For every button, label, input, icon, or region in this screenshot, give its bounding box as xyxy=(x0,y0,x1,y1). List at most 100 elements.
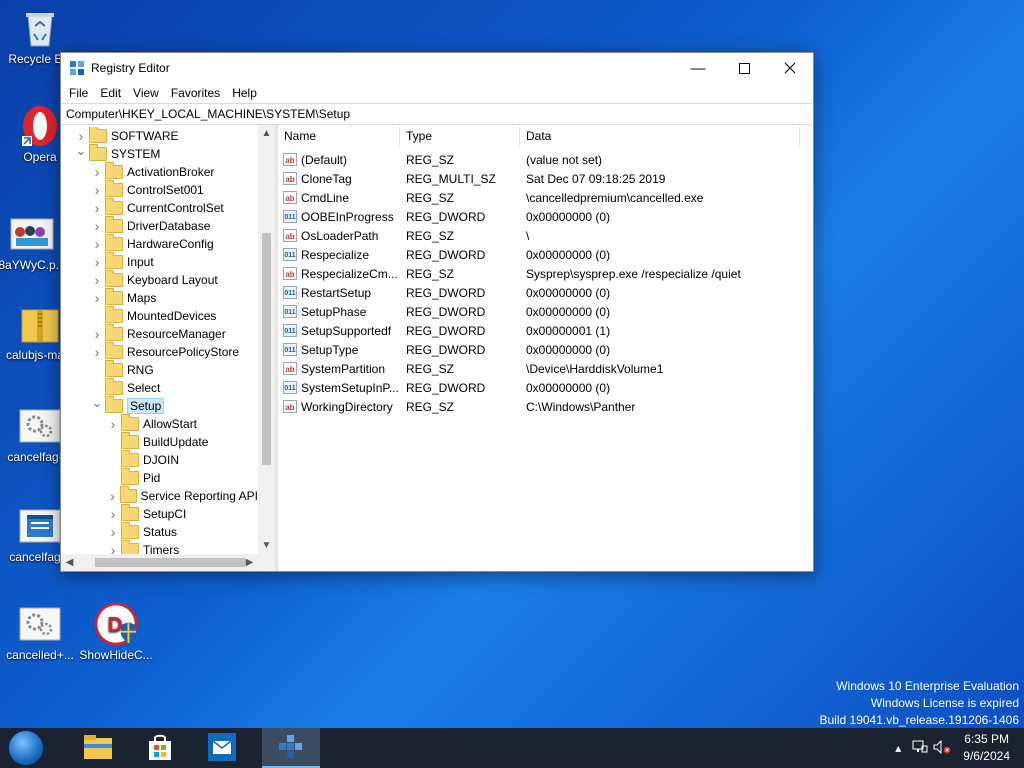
value-row[interactable]: ab (Default) REG_SZ (value not set) xyxy=(278,150,813,169)
chevron-right-icon[interactable]: › xyxy=(105,487,120,505)
value-row[interactable]: 011 SetupSupportedf REG_DWORD 0x00000001 (1… xyxy=(278,321,813,340)
tree-node[interactable]: › ControlSet001 xyxy=(61,180,258,199)
tree-node[interactable]: › Keyboard Layout xyxy=(61,270,258,289)
chevron-right-icon[interactable]: › xyxy=(89,289,105,307)
chevron-right-icon[interactable]: › xyxy=(105,523,121,541)
tree-node[interactable]: › ResourcePolicyStore xyxy=(61,342,258,361)
taskbar-app[interactable] xyxy=(76,728,120,768)
minimize-button[interactable]: — xyxy=(675,53,721,83)
taskbar-app[interactable] xyxy=(200,728,244,768)
tree-node-label: Select xyxy=(127,381,161,395)
chevron-right-icon[interactable]: › xyxy=(89,235,105,253)
tree-node[interactable]: ⌄ Setup xyxy=(61,394,258,415)
value-type: REG_DWORD xyxy=(406,323,486,338)
value-row[interactable]: ab CmdLine REG_SZ \cancelledpremium\cancell… xyxy=(278,188,813,207)
tree-vertical-scrollbar[interactable]: ▲ ▼ xyxy=(258,125,275,554)
value-type: REG_MULTI_SZ xyxy=(406,171,496,186)
value-row[interactable]: 011 Respecialize REG_DWORD 0x00000000 (0) xyxy=(278,245,813,264)
tree-node[interactable]: ⌄ SYSTEM xyxy=(61,142,258,163)
value-row[interactable]: 011 SetupPhase REG_DWORD 0x00000000 (0) xyxy=(278,302,813,321)
chevron-right-icon[interactable]: › xyxy=(89,217,105,235)
tree-node[interactable]: › Maps xyxy=(61,288,258,307)
value-row[interactable]: ab SystemPartition REG_SZ \Device\HarddiskV… xyxy=(278,359,813,378)
start-button[interactable] xyxy=(6,728,46,768)
clock-date: 9/6/2024 xyxy=(963,749,1010,763)
chevron-right-icon[interactable]: › xyxy=(105,505,121,523)
desktop-icon-label: ShowHideC... xyxy=(79,648,153,662)
registry-editor-window[interactable]: Registry Editor — File Edit View Favorites H… xyxy=(60,52,814,572)
chevron-right-icon[interactable]: › xyxy=(105,541,121,554)
menu-item-edit[interactable]: Edit xyxy=(94,86,127,100)
chevron-right-icon[interactable]: › xyxy=(89,199,105,217)
scroll-thumb[interactable] xyxy=(262,233,271,465)
tree-node[interactable]: › CurrentControlSet xyxy=(61,198,258,217)
menu-item-favorites[interactable]: Favorites xyxy=(165,86,226,100)
tree-node[interactable]: Pid xyxy=(61,468,258,487)
tree-node[interactable]: MountedDevices xyxy=(61,306,258,325)
desktop-icon[interactable]: D ShowHideC... xyxy=(78,602,154,662)
tree-node[interactable]: › Input xyxy=(61,252,258,271)
tree-node[interactable]: › SOFTWARE xyxy=(61,127,258,145)
value-data: \Device\HarddiskVolume1 xyxy=(526,361,664,376)
scroll-right-icon[interactable]: ▶ xyxy=(241,554,258,571)
maximize-button[interactable] xyxy=(721,53,767,83)
close-button[interactable] xyxy=(767,53,813,83)
tree-node[interactable]: › Timers xyxy=(61,540,258,554)
chevron-up-icon[interactable]: ▴ xyxy=(887,741,909,755)
scroll-left-icon[interactable]: ◀ xyxy=(61,554,78,571)
tree-node[interactable]: › Status xyxy=(61,522,258,541)
clock[interactable]: 6:35 PM 9/6/2024 xyxy=(963,731,1010,765)
scroll-thumb-horizontal[interactable] xyxy=(95,558,245,567)
title-bar[interactable]: Registry Editor — xyxy=(61,53,813,83)
menu-item-help[interactable]: Help xyxy=(226,86,263,100)
value-row[interactable]: 011 OOBEInProgress REG_DWORD 0x00000000 (0) xyxy=(278,207,813,226)
window-file-icon xyxy=(18,506,62,546)
address-bar[interactable]: Computer\HKEY_LOCAL_MACHINE\SYSTEM\Setup xyxy=(61,103,813,125)
column-header-type[interactable]: Type xyxy=(400,125,520,147)
tree-node[interactable]: › AllowStart xyxy=(61,414,258,433)
value-type: REG_DWORD xyxy=(406,342,486,357)
tree-horizontal-scrollbar[interactable]: ◀ ▶ xyxy=(61,554,258,571)
clock-time: 6:35 PM xyxy=(964,732,1009,746)
svg-text:D: D xyxy=(107,614,122,637)
value-data: (value not set) xyxy=(526,152,603,167)
value-row[interactable]: 011 SystemSetupInP... REG_DWORD 0x00000000 … xyxy=(278,378,813,397)
network-icon[interactable] xyxy=(909,740,931,757)
address-path[interactable]: Computer\HKEY_LOCAL_MACHINE\SYSTEM\Setup xyxy=(66,107,350,121)
menu-item-view[interactable]: View xyxy=(127,86,165,100)
scroll-up-icon[interactable]: ▲ xyxy=(258,125,275,142)
chevron-down-icon[interactable]: ⌄ xyxy=(73,142,89,160)
tree-node[interactable]: › ActivationBroker xyxy=(61,162,258,181)
taskbar-app[interactable] xyxy=(262,728,320,768)
chevron-right-icon[interactable]: › xyxy=(89,181,105,199)
tree-node[interactable]: BuildUpdate xyxy=(61,432,258,451)
column-header-name[interactable]: Name xyxy=(278,125,400,147)
chevron-right-icon[interactable]: › xyxy=(89,325,105,343)
tree-node[interactable]: › HardwareConfig xyxy=(61,234,258,253)
tree-node[interactable]: › ResourceManager xyxy=(61,324,258,343)
chevron-right-icon[interactable]: › xyxy=(89,271,105,289)
value-row[interactable]: 011 SetupType REG_DWORD 0x00000000 (0) xyxy=(278,340,813,359)
tree-node[interactable]: › Service Reporting API xyxy=(61,486,258,505)
chevron-right-icon[interactable]: › xyxy=(89,253,105,271)
desktop-icon[interactable]: cancelled+... xyxy=(2,604,78,662)
value-row[interactable]: ab CloneTag REG_MULTI_SZ Sat Dec 07 09:18:2… xyxy=(278,169,813,188)
value-row[interactable]: 011 RestartSetup REG_DWORD 0x00000000 (0) xyxy=(278,283,813,302)
chevron-right-icon[interactable]: › xyxy=(105,415,121,433)
tree-node[interactable]: DJOIN xyxy=(61,450,258,469)
chevron-down-icon[interactable]: ⌄ xyxy=(89,394,105,412)
tree-node[interactable]: › DriverDatabase xyxy=(61,216,258,235)
taskbar-app[interactable] xyxy=(138,728,182,768)
volume-muted-icon[interactable] xyxy=(931,739,953,757)
column-header-data[interactable]: Data xyxy=(520,125,800,147)
tree-node[interactable]: RNG xyxy=(61,360,258,379)
scroll-down-icon[interactable]: ▼ xyxy=(258,537,275,554)
chevron-right-icon[interactable]: › xyxy=(89,343,105,361)
tree-node-label: MountedDevices xyxy=(127,309,217,323)
value-row[interactable]: ab OsLoaderPath REG_SZ \ xyxy=(278,226,813,245)
tree-node[interactable]: › SetupCI xyxy=(61,504,258,523)
value-row[interactable]: ab WorkingDirectory REG_SZ C:\Windows\Panth… xyxy=(278,397,813,416)
menu-item-file[interactable]: File xyxy=(63,86,94,100)
chevron-right-icon[interactable]: › xyxy=(89,163,105,181)
value-row[interactable]: ab RespecializeCm... REG_SZ Sysprep\sysprep… xyxy=(278,264,813,283)
